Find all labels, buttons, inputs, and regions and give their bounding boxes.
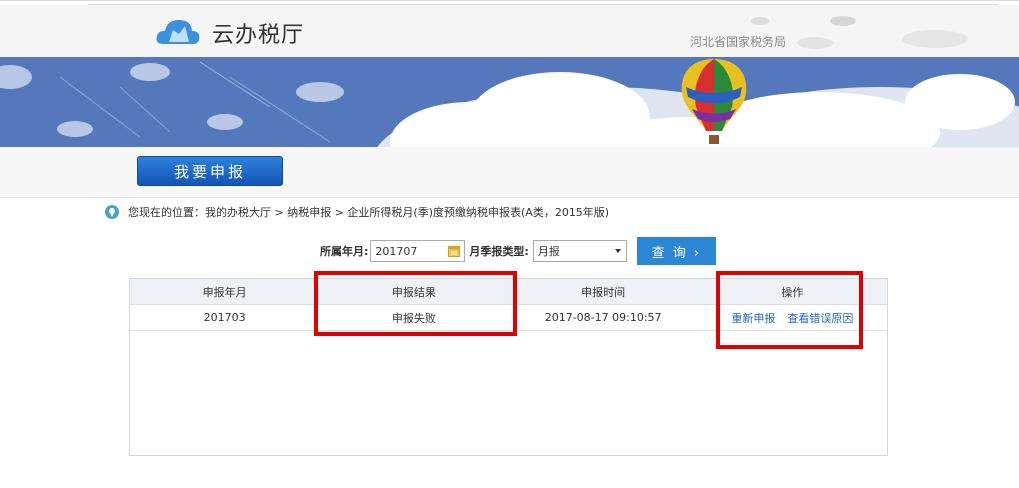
header-month: 申报年月 (202, 285, 247, 299)
report-type-value: 月报 (537, 245, 560, 258)
cell-month: 201703 (203, 311, 246, 324)
highlight-box-result (314, 271, 517, 336)
cloud-decoration (797, 37, 833, 49)
location-pin-icon (105, 205, 119, 219)
site-header (0, 5, 1019, 57)
header-time: 申报时间 (581, 285, 626, 299)
cloud-decoration (751, 17, 769, 25)
breadcrumb: 您现在的位置：我的办税大厅 > 纳税申报 > 企业所得税月(季)度预缴纳税申报表… (105, 203, 609, 221)
dropdown-arrow-icon (614, 249, 621, 253)
query-button[interactable]: 查 询 › (636, 237, 716, 265)
top-border (0, 0, 1019, 1)
declare-button[interactable]: 我要申报 (137, 156, 283, 186)
month-label: 所属年月: (320, 245, 369, 258)
highlight-box-actions (716, 271, 863, 349)
cloud-decoration (902, 30, 968, 48)
banner-art (0, 61, 1019, 147)
calendar-icon[interactable] (448, 245, 461, 257)
province-label: 河北省国家税务局 (690, 35, 787, 49)
report-type-select[interactable]: 月报 (532, 240, 627, 262)
hot-air-balloon-icon (681, 59, 747, 144)
cloud-decoration (830, 16, 856, 26)
cell-time: 2017-08-17 09:10:57 (544, 311, 662, 324)
cloud-logo-icon (156, 20, 200, 45)
breadcrumb-text: 您现在的位置：我的办税大厅 > 纳税申报 > 企业所得税月(季)度预缴纳税申报表… (128, 206, 610, 219)
month-value: 201707 (375, 244, 418, 258)
month-input[interactable]: 201707 (370, 240, 466, 262)
query-filters: 所属年月: 201707 月季报类型: 月报 查 询 › (320, 237, 716, 265)
type-label: 月季报类型: (469, 245, 529, 258)
app-title: 云办税厅 (212, 23, 305, 48)
hero-banner (0, 57, 1019, 147)
